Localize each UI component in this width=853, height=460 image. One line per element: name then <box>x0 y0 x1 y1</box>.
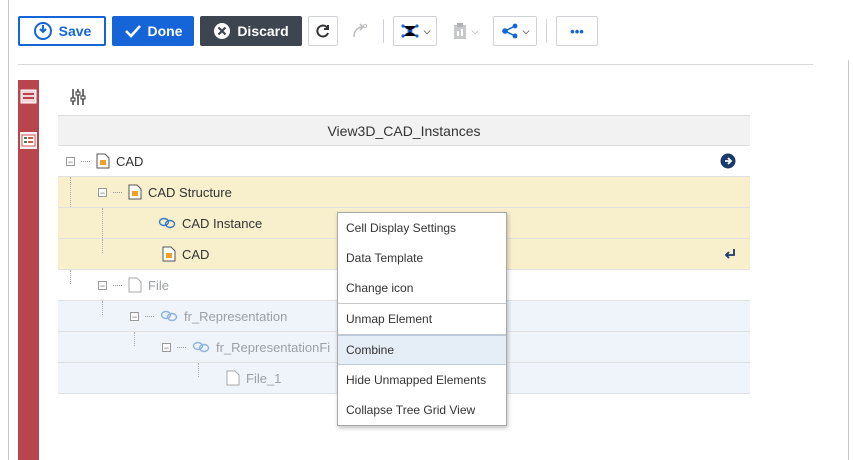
menu-item-change-icon[interactable]: Change icon <box>338 273 506 303</box>
link-icon <box>158 217 176 229</box>
refresh-icon <box>316 24 329 38</box>
tree-guide-line <box>102 208 103 238</box>
discard-label: Discard <box>237 23 289 39</box>
power-icon <box>33 22 52 40</box>
tree-guide-line <box>102 301 103 315</box>
clipboard-dropdown-button[interactable]: ⌵ <box>443 16 487 46</box>
row-label: fr_RepresentationFi <box>216 339 331 355</box>
checkmark-icon <box>124 25 141 38</box>
document-icon <box>162 246 176 262</box>
row-label: File_1 <box>246 370 282 386</box>
return-arrow-icon[interactable] <box>724 248 736 260</box>
tree-connector <box>177 346 186 348</box>
collapse-toggle[interactable]: − <box>162 342 171 352</box>
close-circle-icon <box>214 23 231 39</box>
file-icon <box>128 277 142 293</box>
grid-header: View3D_CAD_Instances <box>58 115 750 146</box>
clipboard-icon <box>453 23 466 39</box>
tree-row-cad-structure[interactable]: − CAD Structure <box>58 177 750 208</box>
row-label: File <box>148 277 169 293</box>
menu-item-unmap-element[interactable]: Unmap Element <box>338 304 506 334</box>
tree-guide-line <box>102 239 103 253</box>
tree-connector <box>113 191 122 193</box>
tree-guide-line <box>198 363 199 377</box>
toolbar-divider <box>18 64 813 65</box>
discard-button[interactable]: Discard <box>200 16 302 46</box>
tree-grid-icon[interactable] <box>20 132 37 149</box>
tree-connector <box>81 160 90 162</box>
tree-connector <box>145 315 154 317</box>
share-dropdown-button[interactable]: ⌵ <box>493 16 537 46</box>
more-button[interactable]: ••• <box>556 16 598 46</box>
tree-row-cad-root[interactable]: − CAD <box>58 146 750 177</box>
collapse-toggle[interactable]: − <box>66 156 75 166</box>
network-nodes-icon <box>400 24 419 38</box>
link-icon <box>160 310 178 322</box>
tree-guide-line <box>70 177 71 207</box>
tree-guide-line <box>134 332 135 346</box>
save-label: Save <box>58 23 92 39</box>
toolbar-separator <box>546 19 547 43</box>
row-label: CAD <box>182 246 210 262</box>
document-icon <box>128 184 142 200</box>
collapse-toggle[interactable]: − <box>98 280 107 290</box>
menu-item-data-template[interactable]: Data Template <box>338 243 506 273</box>
layout-dropdown-button[interactable]: ⌵ <box>393 16 437 46</box>
row-label: CAD <box>116 153 144 169</box>
toolbar: Save Done Discard ⌵ ⌵ ⌵ ••• <box>18 8 813 54</box>
chevron-down-icon: ⌵ <box>471 25 479 36</box>
menu-item-combine[interactable]: Combine <box>338 335 506 365</box>
left-rail <box>18 80 39 460</box>
row-label: CAD Instance <box>182 215 263 231</box>
tree-connector <box>113 284 122 286</box>
save-button[interactable]: Save <box>18 16 106 46</box>
file-icon <box>226 370 240 386</box>
more-icon: ••• <box>570 23 584 39</box>
done-label: Done <box>147 23 183 39</box>
menu-item-cell-display-settings[interactable]: Cell Display Settings <box>338 213 506 243</box>
context-menu: Cell Display Settings Data Template Chan… <box>337 212 507 426</box>
panel-layout-icon[interactable] <box>20 88 37 105</box>
row-label: CAD Structure <box>148 184 232 200</box>
filter-settings-icon[interactable] <box>70 88 86 106</box>
redo-button[interactable] <box>344 16 374 46</box>
chevron-down-icon: ⌵ <box>522 25 530 36</box>
chevron-down-icon: ⌵ <box>423 25 431 36</box>
panel-right-border <box>848 60 849 460</box>
menu-item-collapse-tree-grid-view[interactable]: Collapse Tree Grid View <box>338 395 506 425</box>
menu-item-hide-unmapped-elements[interactable]: Hide Unmapped Elements <box>338 365 506 395</box>
document-icon <box>96 153 110 169</box>
collapse-toggle[interactable]: − <box>130 311 139 321</box>
toolbar-separator <box>383 19 384 43</box>
navigate-circle-icon[interactable] <box>720 153 736 169</box>
tree-guide-line <box>70 270 71 284</box>
done-button[interactable]: Done <box>112 16 194 46</box>
redo-icon <box>353 23 368 38</box>
refresh-button[interactable] <box>308 16 338 46</box>
collapse-toggle[interactable]: − <box>98 187 107 197</box>
share-icon <box>501 23 517 39</box>
link-icon <box>192 341 210 353</box>
row-label: fr_Representation <box>184 308 288 324</box>
